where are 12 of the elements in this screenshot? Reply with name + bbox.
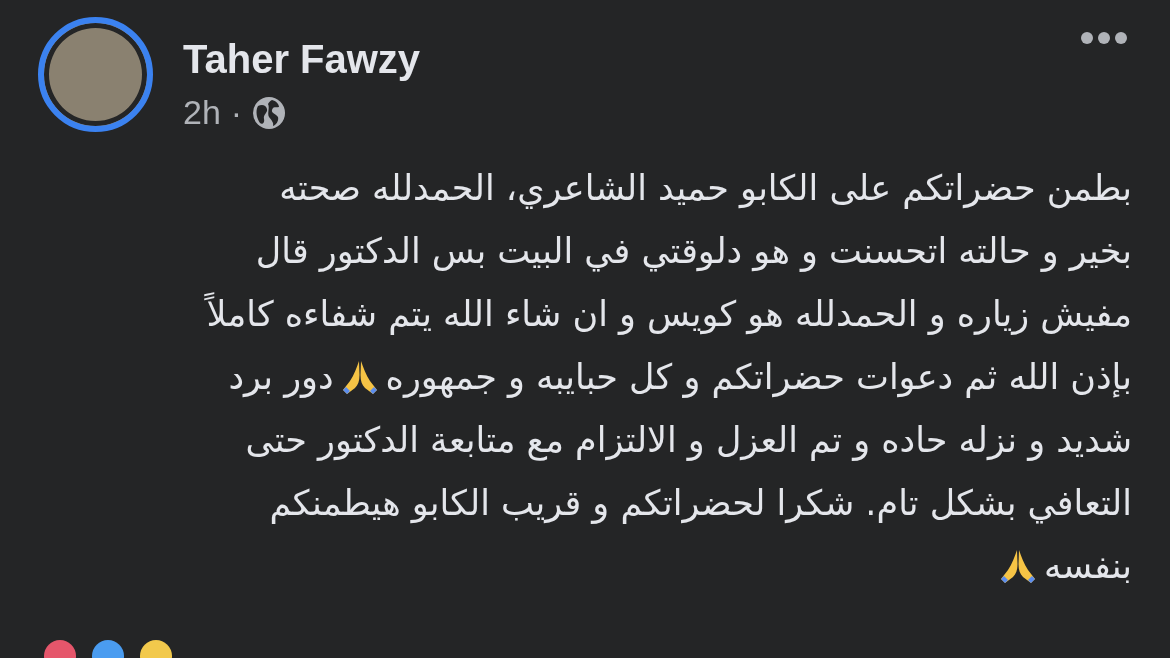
post-text: بخير و حالته اتحسنت و هو دلوقتي في البيت بس الدكتور قال [255,229,1132,274]
post-time[interactable]: 2h [183,93,221,132]
post-text: بطمن حضراتكم على الكابو حميد الشاعري، الحمدلله صحته [279,166,1132,211]
post-text: بإذن الله ثم دعوات حضراتكم و كل حبايبه و جمهوره [385,355,1132,400]
post-text: دور برد [228,355,334,400]
post-text: التعافي بشكل تام. شكرا لحضراتكم و قريب الكابو هيطمنكم [269,481,1132,526]
globe-icon [252,95,287,130]
separator-dot: · [230,93,243,132]
post-text: بنفسه [1044,544,1132,588]
post-text: مفيش زياره و الحمدلله هو كويس و ان شاء الله يتم شفاءه كاملاً [206,291,1132,337]
author-name[interactable]: Taher Fawzy [183,35,421,83]
post-text: شديد و نزله حاده و تم العزل و الالتزام مع متابعة الدكتور حتى [245,418,1132,463]
